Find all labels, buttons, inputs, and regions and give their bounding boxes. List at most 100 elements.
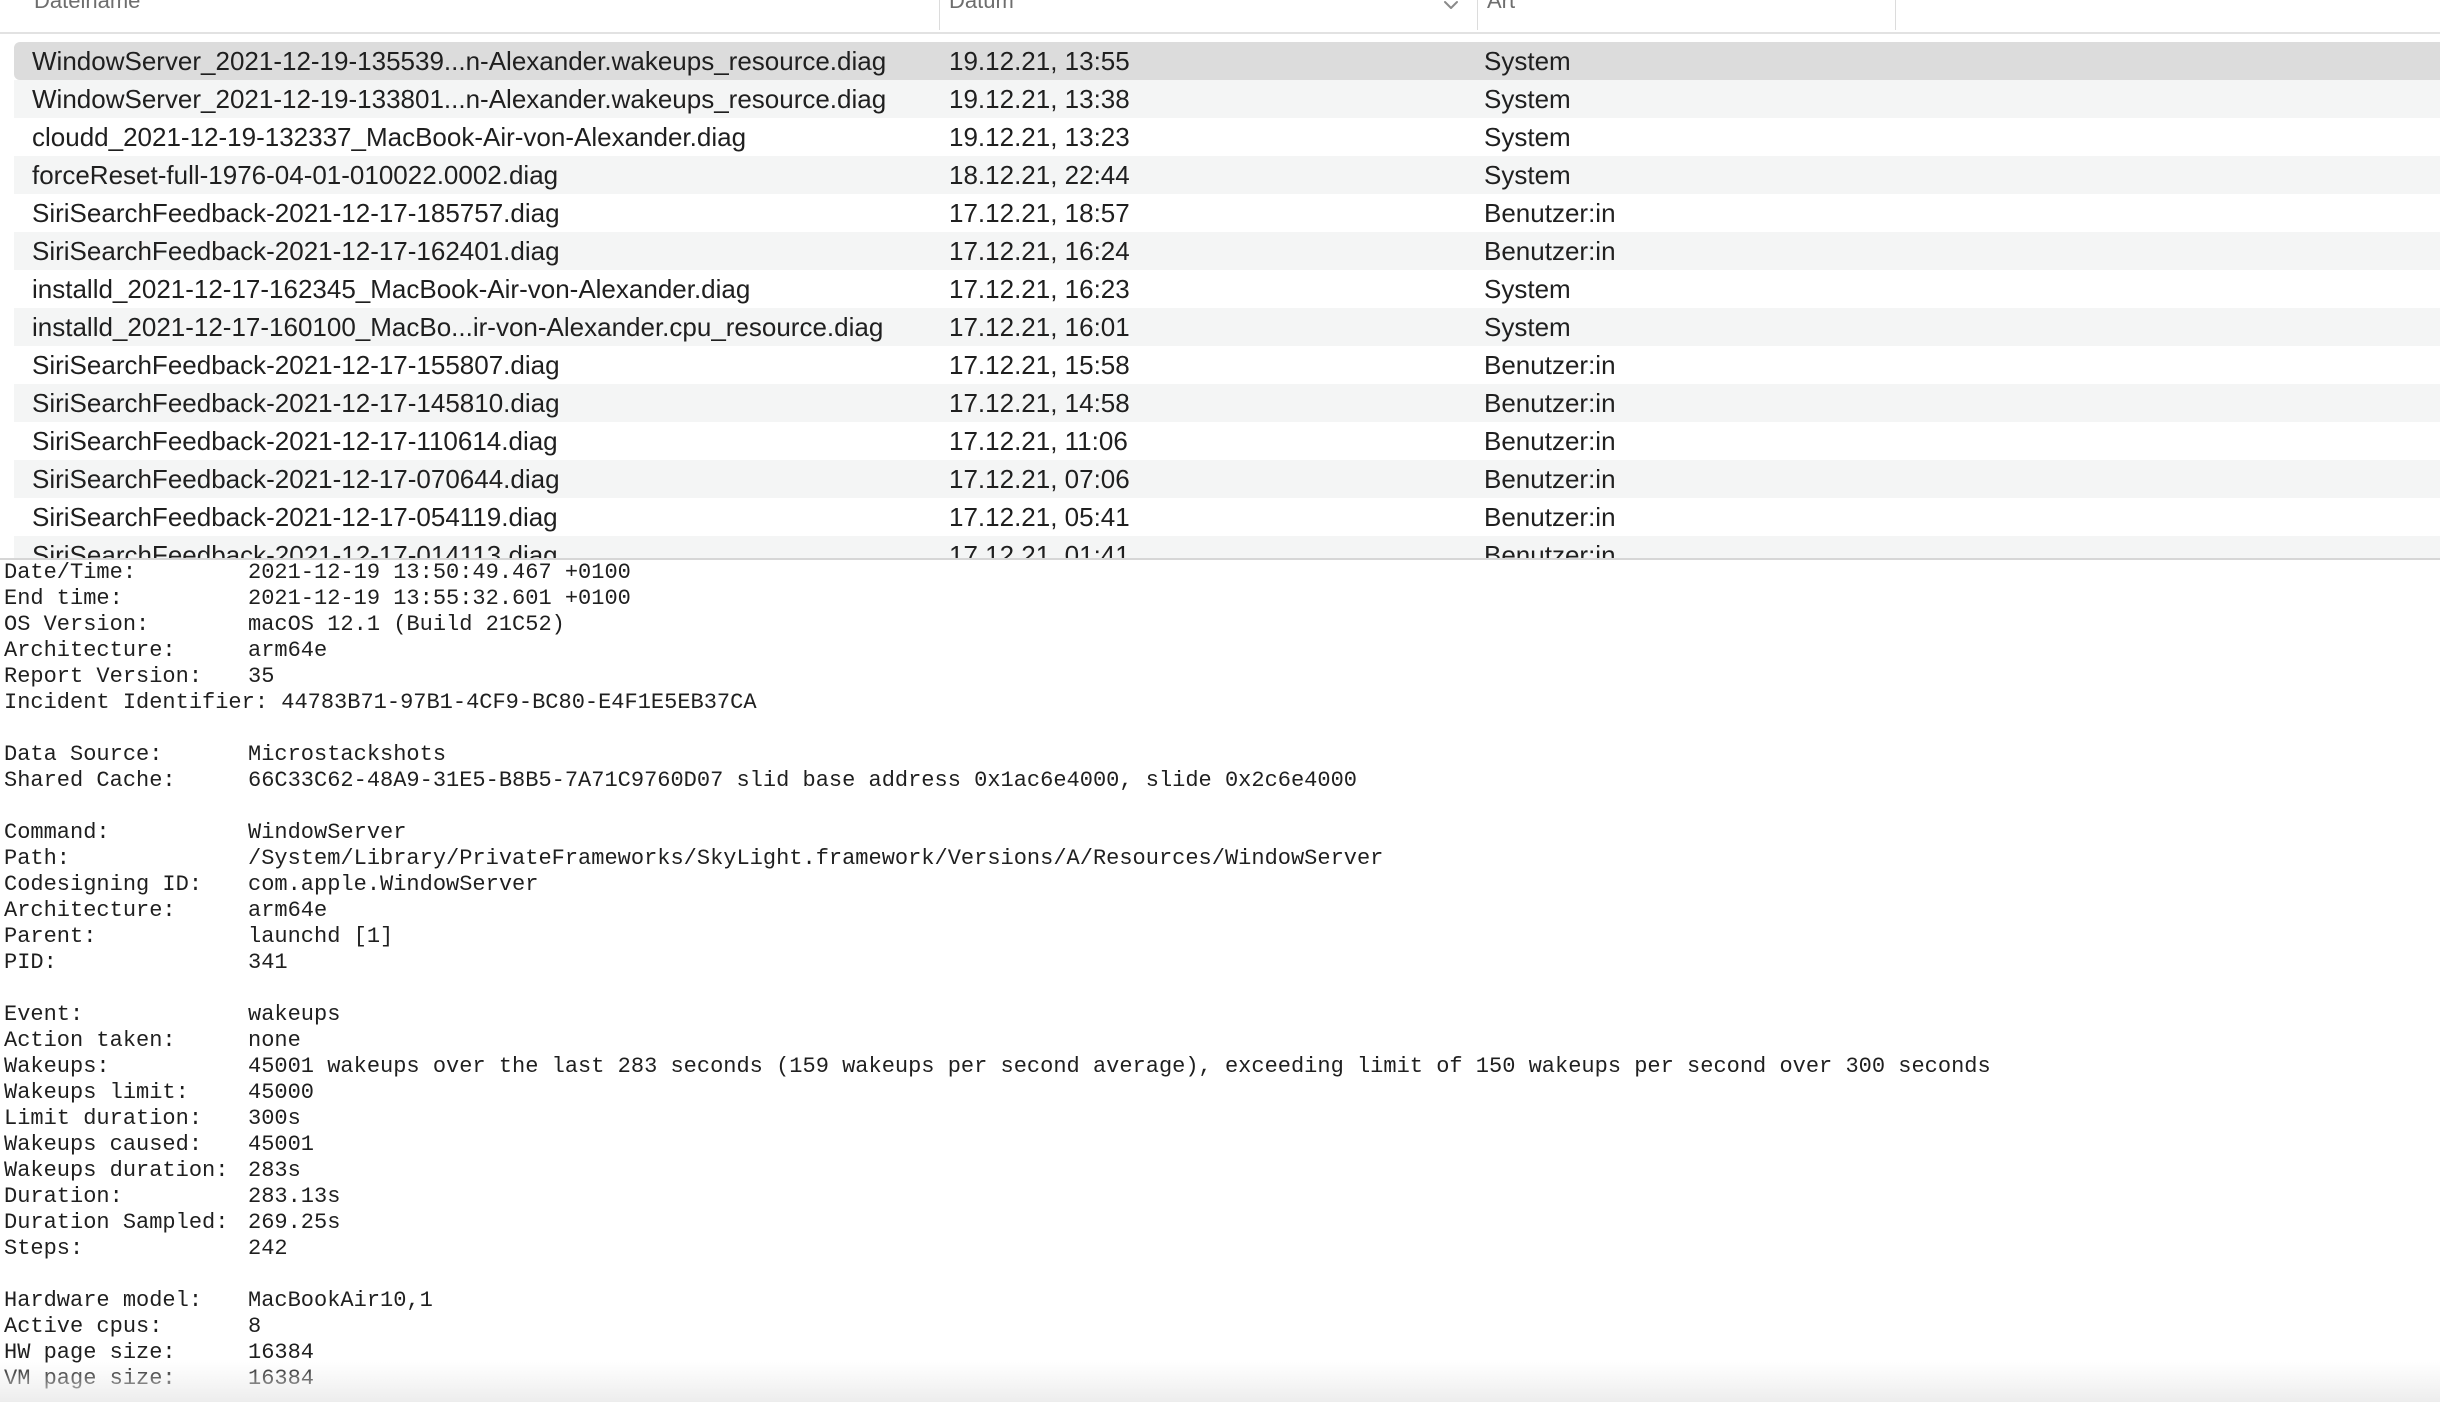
- report-line: Report Version: 35: [4, 664, 1991, 690]
- table-row[interactable]: SiriSearchFeedback-2021-12-17-070644.dia…: [14, 460, 2440, 498]
- column-divider[interactable]: [1895, 0, 1896, 30]
- cell-name: SiriSearchFeedback-2021-12-17-155807.dia…: [32, 350, 560, 380]
- table-row[interactable]: SiriSearchFeedback-2021-12-17-014113.dia…: [14, 536, 2440, 560]
- table-row[interactable]: SiriSearchFeedback-2021-12-17-054119.dia…: [14, 498, 2440, 536]
- report-key: Hardware model:: [4, 1288, 203, 1313]
- cell-name: SiriSearchFeedback-2021-12-17-110614.dia…: [32, 426, 558, 456]
- chevron-down-icon[interactable]: [1440, 0, 1462, 14]
- report-line: Duration Sampled: 269.25s: [4, 1210, 1991, 1236]
- cell-kind: Benutzer:in: [1484, 464, 1616, 494]
- cell-name: cloudd_2021-12-19-132337_MacBook-Air-von…: [32, 122, 747, 152]
- cell-kind: Benutzer:in: [1484, 198, 1616, 228]
- cell-kind: System: [1484, 46, 1571, 76]
- cell-date: 17.12.21, 18:57: [949, 198, 1130, 228]
- report-value: Microstackshots: [248, 742, 447, 767]
- cell-kind: Benutzer:in: [1484, 236, 1616, 266]
- table-row[interactable]: SiriSearchFeedback-2021-12-17-145810.dia…: [14, 384, 2440, 422]
- cell-name: SiriSearchFeedback-2021-12-17-054119.dia…: [32, 502, 558, 532]
- report-value: 341: [248, 950, 288, 975]
- report-line: Shared Cache: 66C33C62-48A9-31E5-B8B5-7A7…: [4, 768, 1991, 794]
- report-key: End time:: [4, 586, 123, 611]
- report-key: Steps:: [4, 1236, 84, 1261]
- table-row[interactable]: installd_2021-12-17-160100_MacBo...ir-vo…: [14, 308, 2440, 346]
- report-value: 2021-12-19 13:55:32.601 +0100: [248, 586, 631, 611]
- column-header-kind[interactable]: Art: [1487, 0, 1887, 32]
- report-line: Hardware model: MacBookAir10,1: [4, 1288, 1991, 1314]
- report-value: WindowServer: [248, 820, 407, 845]
- report-blank-line: [4, 716, 1991, 742]
- cell-kind: System: [1484, 312, 1571, 342]
- report-key: Event:: [4, 1002, 84, 1027]
- table-row[interactable]: SiriSearchFeedback-2021-12-17-185757.dia…: [14, 194, 2440, 232]
- report-line: PID: 341: [4, 950, 1991, 976]
- report-value: 242: [248, 1236, 288, 1261]
- cell-kind: Benutzer:in: [1484, 502, 1616, 532]
- cell-kind: Benutzer:in: [1484, 350, 1616, 380]
- cell-date: 17.12.21, 11:06: [949, 426, 1128, 456]
- column-header-date[interactable]: Datum: [949, 0, 1469, 32]
- cell-kind: System: [1484, 160, 1571, 190]
- cell-kind: System: [1484, 84, 1571, 114]
- cell-name: installd_2021-12-17-160100_MacBo...ir-vo…: [32, 312, 884, 342]
- table-row[interactable]: forceReset-full-1976-04-01-010022.0002.d…: [14, 156, 2440, 194]
- cell-date: 17.12.21, 16:24: [949, 236, 1130, 266]
- report-key: Limit duration:: [4, 1106, 203, 1131]
- report-key: Architecture:: [4, 898, 176, 923]
- report-value: launchd [1]: [248, 924, 394, 949]
- cell-date: 17.12.21, 07:06: [949, 464, 1130, 494]
- table-row[interactable]: SiriSearchFeedback-2021-12-17-155807.dia…: [14, 346, 2440, 384]
- report-view[interactable]: Date/Time: 2021-12-19 13:50:49.467 +0100 E…: [0, 560, 2440, 1402]
- column-header-bar: Dateiname Datum Art: [0, 0, 2440, 34]
- report-value: /System/Library/PrivateFrameworks/SkyLig…: [248, 846, 1384, 871]
- report-line: Date/Time: 2021-12-19 13:50:49.467 +0100: [4, 560, 1991, 586]
- cell-name: WindowServer_2021-12-19-135539...n-Alexa…: [32, 46, 887, 76]
- report-key: Incident Identifier:: [4, 690, 269, 715]
- report-line: Wakeups: 45001 wakeups over the last 283 …: [4, 1054, 1991, 1080]
- report-line: Event: wakeups: [4, 1002, 1991, 1028]
- report-key: Shared Cache:: [4, 768, 176, 793]
- report-key: Path:: [4, 846, 71, 871]
- report-key: OS Version:: [4, 612, 150, 637]
- cell-date: 17.12.21, 16:23: [949, 274, 1130, 304]
- report-line: Path: /System/Library/PrivateFrameworks/S…: [4, 846, 1991, 872]
- cell-date: 17.12.21, 01:41: [949, 540, 1130, 560]
- table-row[interactable]: WindowServer_2021-12-19-135539...n-Alexa…: [14, 42, 2440, 80]
- report-line: Architecture: arm64e: [4, 638, 1991, 664]
- report-line: OS Version: macOS 12.1 (Build 21C52): [4, 612, 1991, 638]
- report-value: 283.13s: [248, 1184, 341, 1209]
- report-line: Command: WindowServer: [4, 820, 1991, 846]
- cell-date: 17.12.21, 05:41: [949, 502, 1130, 532]
- cell-date: 17.12.21, 14:58: [949, 388, 1130, 418]
- report-line: Active cpus: 8: [4, 1314, 1991, 1340]
- report-key: Codesigning ID:: [4, 872, 203, 897]
- report-blank-line: [4, 1262, 1991, 1288]
- table-row[interactable]: installd_2021-12-17-162345_MacBook-Air-v…: [14, 270, 2440, 308]
- column-divider[interactable]: [939, 0, 940, 30]
- report-key: Wakeups duration:: [4, 1158, 229, 1183]
- report-value: wakeups: [248, 1002, 341, 1027]
- column-divider[interactable]: [1477, 0, 1478, 30]
- table-row[interactable]: SiriSearchFeedback-2021-12-17-162401.dia…: [14, 232, 2440, 270]
- column-header-name[interactable]: Dateiname: [34, 0, 934, 32]
- report-line: End time: 2021-12-19 13:55:32.601 +0100: [4, 586, 1991, 612]
- report-key: Parent:: [4, 924, 97, 949]
- report-value: com.apple.WindowServer: [248, 872, 539, 897]
- report-value: 45001 wakeups over the last 283 seconds …: [248, 1054, 1991, 1079]
- report-line: Incident Identifier: 44783B71-97B1-4CF9-…: [4, 690, 1991, 716]
- report-key: PID:: [4, 950, 57, 975]
- cell-kind: System: [1484, 122, 1571, 152]
- table-row[interactable]: SiriSearchFeedback-2021-12-17-110614.dia…: [14, 422, 2440, 460]
- report-value: 8: [248, 1314, 262, 1339]
- cell-date: 19.12.21, 13:23: [949, 122, 1130, 152]
- report-key: Data Source:: [4, 742, 163, 767]
- report-line: Wakeups caused: 45001: [4, 1132, 1991, 1158]
- report-key: Wakeups caused:: [4, 1132, 203, 1157]
- report-line: Wakeups limit: 45000: [4, 1080, 1991, 1106]
- table-row[interactable]: WindowServer_2021-12-19-133801...n-Alexa…: [14, 80, 2440, 118]
- report-line: Steps: 242: [4, 1236, 1991, 1262]
- report-value: 45000: [248, 1080, 315, 1105]
- report-blank-line: [4, 794, 1991, 820]
- table-row[interactable]: cloudd_2021-12-19-132337_MacBook-Air-von…: [14, 118, 2440, 156]
- column-header-kind-label: Art: [1487, 0, 1516, 13]
- report-value: none: [248, 1028, 301, 1053]
